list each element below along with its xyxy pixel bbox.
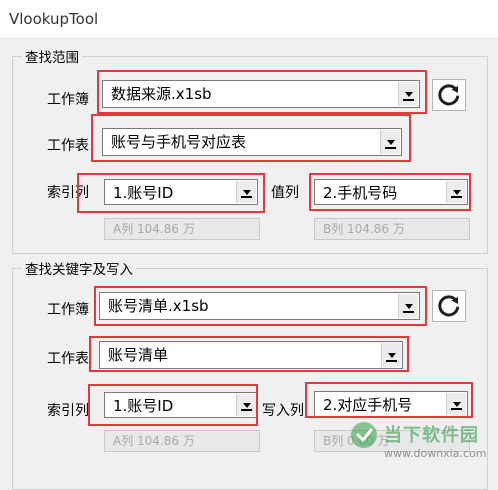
source-index-column-info: A列 104.86 万 bbox=[104, 218, 260, 240]
search-range-legend: 查找范围 bbox=[22, 46, 82, 66]
refresh-target-workbook-button[interactable] bbox=[432, 290, 466, 322]
sheet-label: 工作表 bbox=[47, 138, 89, 154]
highlight-box bbox=[97, 70, 427, 114]
downxia-logo-icon bbox=[351, 422, 377, 448]
source-value-column-info: B列 104.86 万 bbox=[314, 218, 470, 240]
highlight-box bbox=[91, 114, 411, 162]
value-column-label: 值列 bbox=[271, 185, 299, 201]
write-column-label: 写入列 bbox=[262, 403, 304, 419]
highlight-box bbox=[88, 384, 258, 426]
highlight-box bbox=[305, 382, 473, 418]
workbook-label: 工作簿 bbox=[47, 92, 89, 108]
target-index-column-info: A列 104.86 万 bbox=[104, 430, 260, 452]
refresh-icon bbox=[438, 295, 460, 317]
highlight-box bbox=[89, 336, 409, 372]
highlight-box bbox=[94, 286, 427, 326]
refresh-icon bbox=[438, 84, 460, 106]
sheet-label: 工作表 bbox=[47, 351, 89, 367]
write-group-legend: 查找关键字及写入 bbox=[22, 258, 136, 278]
index-column-label: 索引列 bbox=[47, 403, 89, 419]
highlight-box bbox=[309, 173, 471, 211]
watermark-url: www.downxia.com bbox=[384, 447, 487, 460]
workbook-label: 工作簿 bbox=[47, 302, 89, 318]
highlight-box bbox=[77, 173, 265, 213]
watermark-brand: 当下软件园 bbox=[384, 425, 479, 446]
window-title: VlookupTool bbox=[9, 10, 99, 28]
refresh-source-workbook-button[interactable] bbox=[432, 79, 466, 111]
